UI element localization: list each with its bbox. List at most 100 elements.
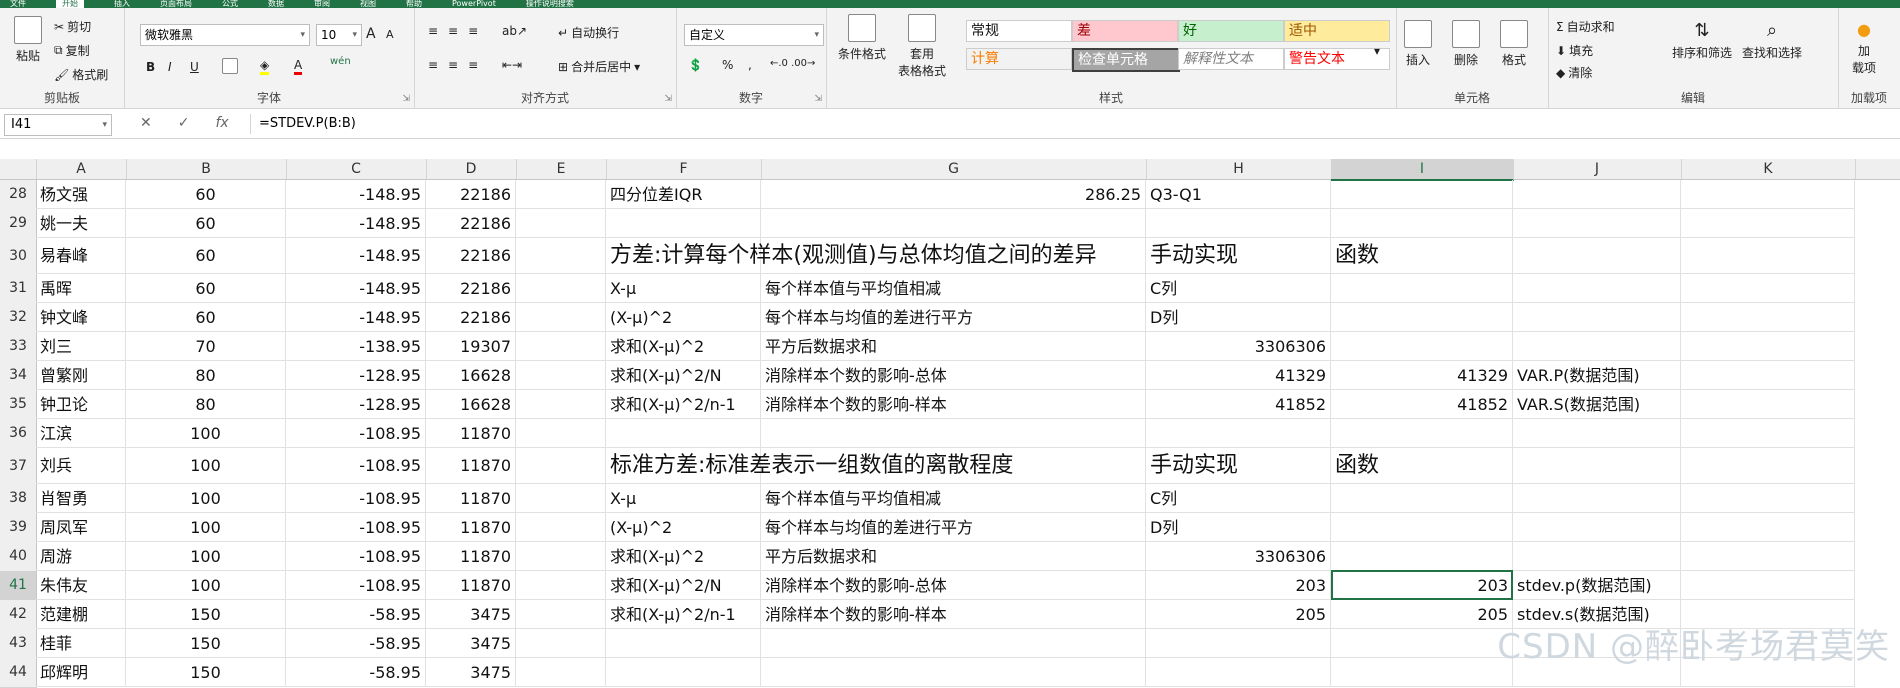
- font-size-select[interactable]: 10 ▾: [316, 24, 362, 46]
- cell-i31[interactable]: [1331, 274, 1513, 303]
- cell-j37[interactable]: [1513, 448, 1681, 484]
- cell-d44[interactable]: 3475: [426, 658, 516, 687]
- cell-h29[interactable]: [1146, 209, 1331, 238]
- cell-b43[interactable]: 150: [126, 629, 286, 658]
- cell-g35[interactable]: 消除样本个数的影响-样本: [761, 390, 1146, 419]
- cell-k35[interactable]: [1681, 390, 1855, 419]
- column-header-e[interactable]: E: [516, 159, 607, 179]
- cell-h41[interactable]: 203: [1146, 571, 1331, 600]
- cell-c34[interactable]: -128.95: [286, 361, 426, 390]
- cell-k32[interactable]: [1681, 303, 1855, 332]
- cell-h35[interactable]: 41852: [1146, 390, 1331, 419]
- format-cells-button[interactable]: 格式: [1500, 20, 1528, 68]
- cell-c28[interactable]: -148.95: [286, 180, 426, 209]
- cell-c37[interactable]: -108.95: [286, 448, 426, 484]
- cell-k31[interactable]: [1681, 274, 1855, 303]
- column-header-g[interactable]: G: [761, 159, 1147, 179]
- cell-b42[interactable]: 150: [126, 600, 286, 629]
- ribbon-tab[interactable]: 审阅: [314, 0, 330, 8]
- ribbon-tab[interactable]: 视图: [360, 0, 376, 8]
- grow-font-button[interactable]: A: [366, 26, 376, 42]
- row-header[interactable]: 35: [0, 390, 37, 420]
- cell-g42[interactable]: 消除样本个数的影响-样本: [761, 600, 1146, 629]
- cell-a37[interactable]: 刘兵: [36, 448, 126, 484]
- percent-button[interactable]: %: [722, 58, 733, 72]
- cell-a44[interactable]: 邱辉明: [36, 658, 126, 687]
- cell-i35[interactable]: 41852: [1331, 390, 1513, 419]
- cell-g41[interactable]: 消除样本个数的影响-总体: [761, 571, 1146, 600]
- cell-a31[interactable]: 禹晖: [36, 274, 126, 303]
- indent-buttons[interactable]: ⇤⇥: [502, 58, 522, 72]
- cell-c30[interactable]: -148.95: [286, 238, 426, 274]
- cell-c33[interactable]: -138.95: [286, 332, 426, 361]
- cell-i30[interactable]: 函数: [1331, 238, 1513, 274]
- cell-a32[interactable]: 钟文峰: [36, 303, 126, 332]
- cell-f28[interactable]: 四分位差IQR: [606, 180, 761, 209]
- cell-k37[interactable]: [1681, 448, 1855, 484]
- cell-f31[interactable]: X-μ: [606, 274, 761, 303]
- cell-b36[interactable]: 100: [126, 419, 286, 448]
- column-header-k[interactable]: K: [1681, 159, 1856, 179]
- enter-icon[interactable]: ✓: [178, 115, 190, 131]
- cell-i44[interactable]: [1331, 658, 1513, 687]
- cell-a35[interactable]: 钟卫论: [36, 390, 126, 419]
- paste-button[interactable]: 粘贴: [14, 16, 42, 64]
- cell-f37[interactable]: 标准方差:标准差表示一组数值的离散程度: [606, 448, 1013, 484]
- underline-button[interactable]: U: [190, 60, 199, 74]
- comma-button[interactable]: ,: [748, 58, 752, 72]
- clear-button[interactable]: ◆ 清除: [1556, 64, 1592, 81]
- cell-style-option[interactable]: 检查单元格: [1072, 48, 1180, 72]
- cell-d32[interactable]: 22186: [426, 303, 516, 332]
- cell-i40[interactable]: [1331, 542, 1513, 571]
- cancel-icon[interactable]: ✕: [140, 115, 152, 131]
- format-painter-button[interactable]: 🖌 格式刷: [54, 66, 108, 83]
- cell-c31[interactable]: -148.95: [286, 274, 426, 303]
- cell-j33[interactable]: [1513, 332, 1681, 361]
- cell-b39[interactable]: 100: [126, 513, 286, 542]
- cell-f30[interactable]: 方差:计算每个样本(观测值)与总体均值之间的差异: [606, 238, 1097, 274]
- cell-f35[interactable]: 求和(X-μ)^2/n-1: [606, 390, 761, 419]
- cell-k39[interactable]: [1681, 513, 1855, 542]
- find-select-button[interactable]: ⌕ 查找和选择: [1742, 20, 1802, 61]
- cell-f38[interactable]: X-μ: [606, 484, 761, 513]
- row-header[interactable]: 36: [0, 419, 37, 449]
- row-header[interactable]: 44: [0, 658, 37, 688]
- cell-g38[interactable]: 每个样本值与平均值相减: [761, 484, 1146, 513]
- cell-j29[interactable]: [1513, 209, 1681, 238]
- cell-a30[interactable]: 易春峰: [36, 238, 126, 274]
- cell-c41[interactable]: -108.95: [286, 571, 426, 600]
- vertical-align-buttons[interactable]: ≡≡≡: [428, 24, 488, 38]
- formula-input[interactable]: =STDEV.P(B:B): [250, 114, 1896, 134]
- ribbon-tab[interactable]: 帮助: [406, 0, 422, 8]
- cell-c39[interactable]: -108.95: [286, 513, 426, 542]
- cell-c38[interactable]: -108.95: [286, 484, 426, 513]
- border-button[interactable]: [222, 58, 238, 74]
- cell-i34[interactable]: 41329: [1331, 361, 1513, 390]
- cell-e44[interactable]: [516, 658, 606, 687]
- cell-k33[interactable]: [1681, 332, 1855, 361]
- cell-h33[interactable]: 3306306: [1146, 332, 1331, 361]
- cell-e43[interactable]: [516, 629, 606, 658]
- ribbon-tab[interactable]: 数据: [268, 0, 284, 8]
- cell-b30[interactable]: 60: [126, 238, 286, 274]
- ribbon-tab[interactable]: 插入: [114, 0, 130, 8]
- cell-j36[interactable]: [1513, 419, 1681, 448]
- column-header-f[interactable]: F: [606, 159, 762, 179]
- font-name-select[interactable]: 微软雅黑 ▾: [140, 24, 310, 46]
- row-header[interactable]: 41: [0, 571, 37, 601]
- column-header-j[interactable]: J: [1513, 159, 1682, 179]
- cell-b33[interactable]: 70: [126, 332, 286, 361]
- cell-k29[interactable]: [1681, 209, 1855, 238]
- cell-g30[interactable]: [761, 238, 1146, 274]
- cell-b32[interactable]: 60: [126, 303, 286, 332]
- cell-f29[interactable]: [606, 209, 761, 238]
- row-header[interactable]: 28: [0, 180, 37, 210]
- cell-g39[interactable]: 每个样本与均值的差进行平方: [761, 513, 1146, 542]
- cell-f34[interactable]: 求和(X-μ)^2/N: [606, 361, 761, 390]
- cell-g44[interactable]: [761, 658, 1146, 687]
- column-header-i[interactable]: I: [1331, 159, 1514, 181]
- cell-a43[interactable]: 桂菲: [36, 629, 126, 658]
- cell-style-option[interactable]: 计算: [966, 48, 1072, 70]
- cell-d43[interactable]: 3475: [426, 629, 516, 658]
- row-header[interactable]: 33: [0, 332, 37, 362]
